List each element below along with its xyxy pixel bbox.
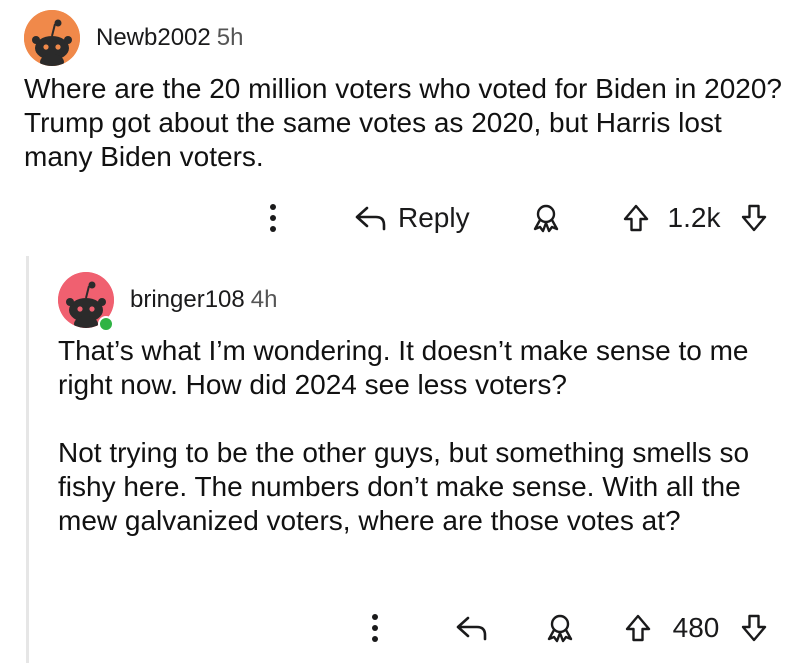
timestamp: 5h	[216, 24, 244, 51]
online-status-indicator	[98, 316, 114, 332]
avatar[interactable]	[24, 10, 80, 66]
more-options-button[interactable]	[258, 198, 288, 238]
comment-paragraph: Where are the 20 million voters who vote…	[24, 73, 782, 172]
comment-body: That’s what I’m wondering. It doesn’t ma…	[58, 334, 783, 538]
comment-meta: bringer108 4h	[130, 286, 277, 314]
more-options-icon	[372, 614, 378, 642]
username[interactable]: bringer108	[130, 286, 245, 313]
username[interactable]: Newb2002	[96, 24, 211, 51]
downvote-icon	[741, 614, 767, 642]
reply-icon	[355, 206, 386, 231]
comment-paragraph: That’s what I’m wondering. It doesn’t ma…	[58, 335, 749, 400]
award-button[interactable]	[528, 198, 564, 238]
score: 480	[672, 612, 720, 643]
upvote-icon	[623, 204, 649, 232]
upvote-button[interactable]	[620, 198, 652, 238]
comment-bringer108: bringer108 4h That’s what I’m wondering. …	[0, 250, 800, 663]
reply-icon	[456, 616, 487, 641]
snoo-avatar-icon	[24, 10, 80, 66]
more-options-button[interactable]	[360, 608, 390, 648]
comment-paragraph: Not trying to be the other guys, but som…	[58, 437, 750, 536]
upvote-icon	[625, 614, 651, 642]
downvote-icon	[741, 204, 767, 232]
award-icon	[533, 204, 559, 233]
comment-body: Where are the 20 million voters who vote…	[24, 72, 784, 174]
timestamp: 4h	[250, 286, 278, 313]
more-options-icon	[270, 204, 276, 232]
downvote-button[interactable]	[738, 198, 770, 238]
comment-newb2002: Newb2002 5h Where are the 20 million vote…	[0, 0, 800, 250]
comment-meta: Newb2002 5h	[96, 24, 243, 52]
score: 1.2k	[667, 202, 721, 233]
award-icon	[547, 614, 573, 643]
reply-label: Reply	[398, 202, 470, 233]
reply-button[interactable]: Reply	[354, 198, 482, 238]
downvote-button[interactable]	[738, 608, 770, 648]
reply-button[interactable]	[452, 608, 492, 648]
comment-actions: Reply 1.2k	[0, 198, 800, 238]
upvote-button[interactable]	[622, 608, 654, 648]
comment-actions: 480	[0, 608, 800, 648]
award-button[interactable]	[542, 608, 578, 648]
